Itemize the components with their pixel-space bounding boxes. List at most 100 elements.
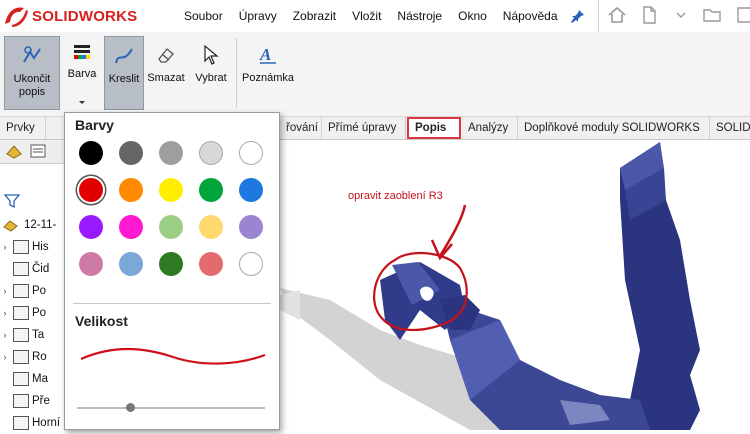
stroke-preview bbox=[80, 347, 266, 365]
color-swatch[interactable] bbox=[199, 252, 223, 276]
tree-item[interactable]: Čid bbox=[0, 258, 49, 280]
color-size-popup: Barvy Velikost bbox=[64, 112, 280, 430]
color-swatch[interactable] bbox=[159, 178, 183, 202]
home-icon[interactable] bbox=[606, 4, 628, 26]
svg-text:A: A bbox=[259, 45, 271, 64]
finish-markup-label: Ukončit popis bbox=[13, 73, 51, 98]
quick-access-toolbar bbox=[606, 4, 750, 26]
tree-item[interactable]: Pře bbox=[0, 390, 50, 412]
material-icon bbox=[13, 372, 29, 386]
tab-direct-editing[interactable]: Přímé úpravy bbox=[322, 117, 406, 139]
menu-insert[interactable]: Vložit bbox=[344, 0, 389, 32]
table-icon bbox=[13, 328, 29, 342]
color-swatch[interactable] bbox=[79, 215, 103, 239]
size-heading: Velikost bbox=[75, 313, 128, 329]
new-document-icon[interactable] bbox=[638, 4, 660, 26]
color-swatch[interactable] bbox=[79, 141, 103, 165]
filter-icon[interactable] bbox=[3, 193, 21, 212]
tree-item[interactable]: › Ta bbox=[0, 324, 44, 346]
sensor-icon bbox=[13, 262, 29, 276]
open-folder-icon[interactable] bbox=[702, 4, 724, 26]
ds-logo-icon bbox=[5, 7, 28, 27]
color-swatch[interactable] bbox=[119, 215, 143, 239]
tab-solidworks-partial[interactable]: SOLID bbox=[710, 117, 750, 139]
color-swatch[interactable] bbox=[119, 252, 143, 276]
note-label: Poznámka bbox=[242, 72, 294, 84]
equations-icon bbox=[13, 350, 29, 364]
color-button[interactable]: Barva bbox=[64, 36, 100, 110]
menu-file[interactable]: Soubor bbox=[176, 0, 231, 32]
tab-evaluate[interactable]: Analýzy bbox=[462, 117, 518, 139]
tab-markup[interactable]: Popis bbox=[407, 117, 461, 139]
size-slider-track[interactable] bbox=[77, 407, 265, 409]
expand-arrow-icon[interactable]: › bbox=[0, 308, 10, 318]
solidworks-logo[interactable]: SOLIDWORKS bbox=[2, 2, 150, 30]
note-button[interactable]: A Poznámka bbox=[240, 36, 296, 110]
plane-icon bbox=[13, 416, 29, 430]
menu-edit[interactable]: Úpravy bbox=[231, 0, 285, 32]
color-swatch[interactable] bbox=[79, 252, 103, 276]
color-swatch[interactable] bbox=[239, 215, 263, 239]
expand-arrow-icon[interactable]: › bbox=[0, 242, 10, 252]
size-slider-thumb[interactable] bbox=[125, 403, 135, 412]
color-swatch[interactable] bbox=[79, 178, 103, 202]
panel-tabs bbox=[0, 140, 72, 164]
save-icon[interactable] bbox=[734, 4, 750, 26]
color-swatch[interactable] bbox=[239, 178, 263, 202]
chevron-down-icon[interactable] bbox=[78, 97, 86, 110]
expand-arrow-icon[interactable]: › bbox=[0, 286, 10, 296]
color-swatch[interactable] bbox=[159, 141, 183, 165]
cursor-arrow-icon bbox=[198, 42, 224, 68]
tree-item[interactable]: › Po bbox=[0, 280, 46, 302]
color-swatch[interactable] bbox=[239, 141, 263, 165]
color-swatch[interactable] bbox=[119, 141, 143, 165]
part-icon bbox=[3, 220, 18, 232]
tab-features[interactable]: Prvky bbox=[0, 117, 46, 139]
finish-markup-icon bbox=[19, 43, 45, 69]
color-swatch[interactable] bbox=[239, 252, 263, 276]
note-text-icon: A bbox=[255, 42, 281, 68]
tree-root-label: 12-11- bbox=[24, 219, 57, 231]
menu-window[interactable]: Okno bbox=[450, 0, 495, 32]
tree-item[interactable]: › His bbox=[0, 236, 49, 258]
finish-markup-button[interactable]: Ukončit popis bbox=[4, 36, 60, 110]
color-swatch[interactable] bbox=[199, 141, 223, 165]
menu-view[interactable]: Zobrazit bbox=[285, 0, 344, 32]
tree-item[interactable]: › Po bbox=[0, 302, 46, 324]
select-label: Vybrat bbox=[195, 72, 227, 84]
tab-solidworks-addins[interactable]: Doplňkové moduly SOLIDWORKS bbox=[518, 117, 710, 139]
draw-label: Kreslit bbox=[108, 73, 140, 85]
plane-icon bbox=[13, 394, 29, 408]
menu-tools[interactable]: Nástroje bbox=[389, 0, 450, 32]
command-ribbon: Ukončit popis Barva Kreslit Smazat Vybra… bbox=[0, 32, 750, 117]
pen-icon bbox=[111, 43, 137, 69]
select-button[interactable]: Vybrat bbox=[190, 36, 232, 110]
eraser-icon bbox=[153, 42, 179, 68]
tab-sketch-partial[interactable]: řování bbox=[280, 117, 322, 139]
history-icon bbox=[13, 240, 29, 254]
ribbon-divider bbox=[236, 38, 237, 108]
colors-heading: Barvy bbox=[75, 117, 114, 133]
pin-icon[interactable] bbox=[570, 8, 586, 27]
color-palette-icon bbox=[69, 42, 95, 64]
divider bbox=[598, 0, 599, 32]
erase-label: Smazat bbox=[147, 72, 185, 84]
feature-tree-icon[interactable] bbox=[4, 142, 24, 161]
bodies-icon bbox=[13, 306, 29, 320]
color-swatch[interactable] bbox=[159, 252, 183, 276]
erase-button[interactable]: Smazat bbox=[146, 36, 186, 110]
menu-help[interactable]: Nápověda bbox=[495, 0, 566, 32]
color-swatch[interactable] bbox=[199, 178, 223, 202]
expand-arrow-icon[interactable]: › bbox=[0, 330, 10, 340]
tree-root[interactable]: 12-11- bbox=[2, 214, 56, 236]
property-manager-icon[interactable] bbox=[28, 142, 48, 161]
tree-item[interactable]: › Ro bbox=[0, 346, 47, 368]
color-swatch[interactable] bbox=[159, 215, 183, 239]
tree-item[interactable]: Ma bbox=[0, 368, 48, 390]
chevron-down-icon[interactable] bbox=[670, 4, 692, 26]
color-swatch[interactable] bbox=[119, 178, 143, 202]
color-label: Barva bbox=[67, 68, 97, 80]
expand-arrow-icon[interactable]: › bbox=[0, 352, 10, 362]
draw-button[interactable]: Kreslit bbox=[104, 36, 144, 110]
color-swatch[interactable] bbox=[199, 215, 223, 239]
